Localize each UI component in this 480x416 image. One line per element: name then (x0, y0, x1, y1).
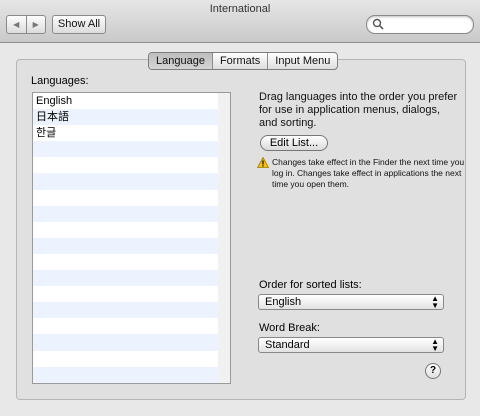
tab-input-menu[interactable]: Input Menu (267, 53, 337, 69)
edit-list-button[interactable]: Edit List... (260, 135, 328, 151)
list-item[interactable]: 日本語 (33, 109, 219, 126)
languages-label: Languages: (31, 75, 89, 87)
word-break-select[interactable]: Standard ▲ ▼ (258, 337, 444, 353)
show-all-button[interactable]: Show All (52, 15, 106, 34)
list-item[interactable]: 한글 (33, 125, 219, 141)
list-item (33, 141, 219, 158)
forward-button[interactable]: ▶ (25, 16, 46, 33)
warning-text: Changes take effect in the Finder the ne… (272, 157, 465, 189)
list-item (33, 318, 219, 334)
nav-buttons: ◀ ▶ (6, 15, 46, 34)
language-list-scrollbar[interactable] (218, 92, 231, 384)
list-item (33, 205, 219, 222)
order-select[interactable]: English ▲ ▼ (258, 294, 444, 310)
word-break-value: Standard (265, 339, 310, 351)
warning-icon (257, 157, 269, 168)
window-title: International (209, 3, 271, 15)
list-item (33, 366, 219, 383)
list-item (33, 286, 219, 302)
list-item (33, 302, 219, 319)
language-list[interactable]: English 日本語 한글 (32, 92, 220, 384)
list-item (33, 334, 219, 351)
help-button[interactable]: ? (425, 363, 441, 379)
list-item[interactable]: English (33, 93, 219, 109)
list-item (33, 157, 219, 173)
list-item (33, 173, 219, 190)
tab-formats[interactable]: Formats (211, 53, 267, 69)
list-item (33, 270, 219, 287)
list-item (33, 237, 219, 254)
toolbar: International ◀ ▶ Show All (0, 0, 480, 43)
popup-arrows-icon: ▲ ▼ (431, 294, 439, 310)
list-item (33, 222, 219, 238)
search-icon (372, 18, 384, 30)
list-item (33, 190, 219, 206)
back-button[interactable]: ◀ (7, 16, 26, 33)
word-break-label: Word Break: (259, 322, 320, 334)
popup-arrows-icon: ▲ ▼ (431, 337, 439, 353)
search-input[interactable] (366, 15, 474, 34)
list-item (33, 254, 219, 270)
tab-language[interactable]: Language (149, 53, 212, 69)
order-label: Order for sorted lists: (259, 279, 362, 291)
list-item (33, 351, 219, 367)
description-text: Drag languages into the order you prefer… (259, 91, 458, 129)
order-value: English (265, 296, 302, 308)
tab-bar: Language Formats Input Menu (148, 52, 339, 70)
